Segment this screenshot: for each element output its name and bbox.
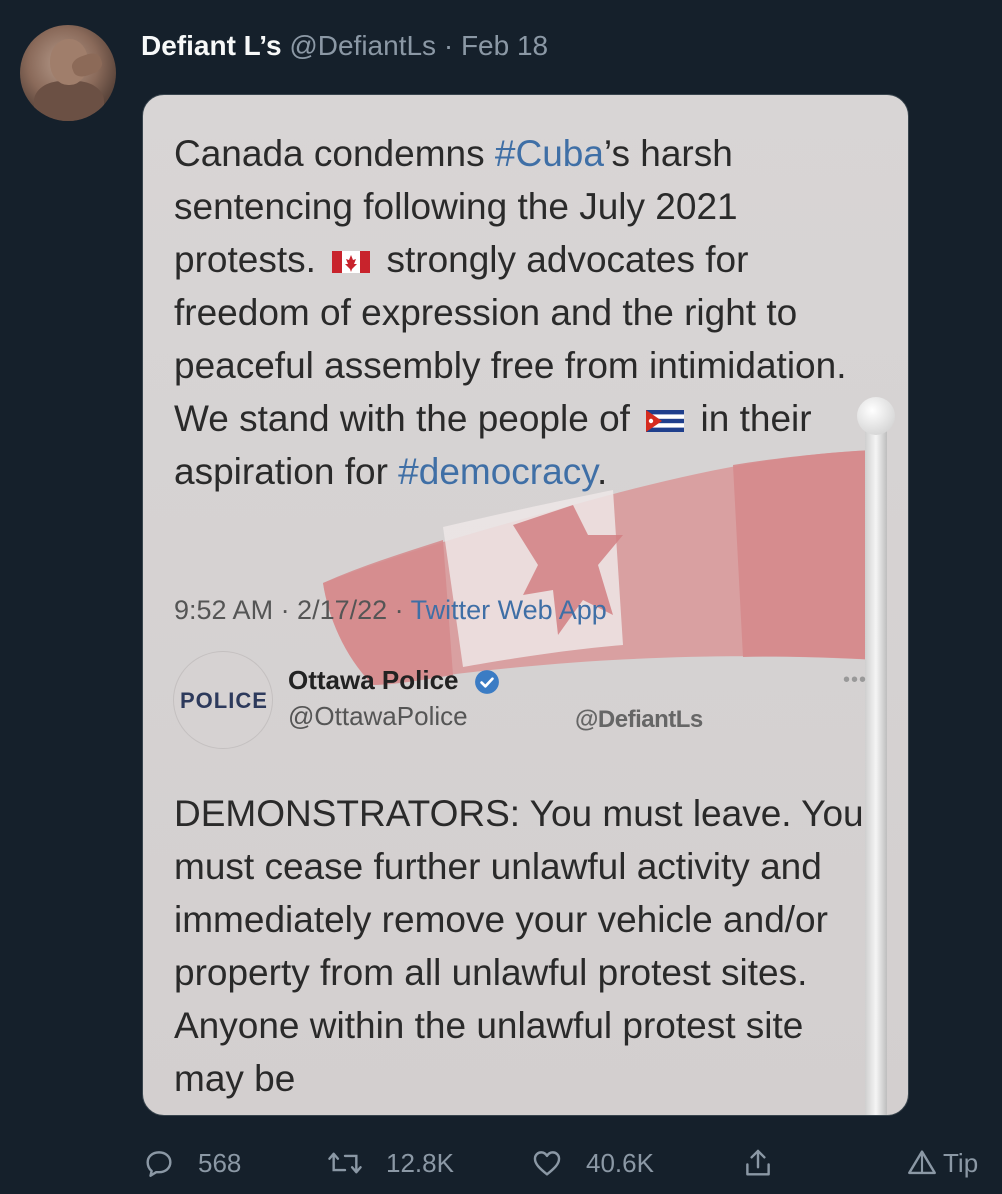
like-count: 40.6K xyxy=(586,1147,654,1178)
author-name[interactable]: Defiant L’s xyxy=(141,30,282,61)
share-button[interactable] xyxy=(741,1140,797,1186)
more-dots-icon: ••• xyxy=(843,669,868,691)
tweet-image[interactable]: Canada condemns #Cuba’s harsh sentencing… xyxy=(142,94,909,1116)
retweet-button[interactable]: 12.8K xyxy=(326,1140,454,1186)
screenshot-timestamp: 9:52 AM · 2/17/22 · Twitter Web App xyxy=(174,595,607,626)
tweet-date[interactable]: Feb 18 xyxy=(461,30,548,61)
tip-icon xyxy=(908,1150,936,1175)
author-handle[interactable]: @DefiantLs xyxy=(289,30,436,61)
quoted-account-name: Ottawa Police xyxy=(288,665,500,696)
tweet-text-end: . xyxy=(596,451,608,492)
share-icon xyxy=(746,1149,770,1176)
avatar-figure-body xyxy=(34,81,104,121)
timestamp-text: 9:52 AM · 2/17/22 · xyxy=(174,595,411,625)
police-logo-text: POLICE xyxy=(180,688,268,713)
flag-pole xyxy=(865,405,887,1115)
canada-flag-icon xyxy=(332,251,371,274)
heart-icon xyxy=(533,1151,561,1176)
retweet-icon xyxy=(328,1152,362,1174)
tip-button[interactable]: Tip xyxy=(905,1140,978,1186)
hashtag-cuba[interactable]: #Cuba xyxy=(495,133,604,174)
verified-badge-icon xyxy=(474,670,499,695)
source-app: Twitter Web App xyxy=(410,595,607,625)
tweet-actions: 568 12.8K 40.6K Tip xyxy=(0,1140,1002,1186)
tip-label: Tip xyxy=(943,1147,979,1178)
hashtag-democracy[interactable]: #democracy xyxy=(398,451,597,492)
watermark: @DefiantLs xyxy=(575,706,703,733)
quoted-account-handle: @OttawaPolice xyxy=(288,701,468,731)
like-button[interactable]: 40.6K xyxy=(530,1140,654,1186)
screenshot-tweet-text: Canada condemns #Cuba’s harsh sentencing… xyxy=(174,127,874,498)
reply-button[interactable]: 568 xyxy=(142,1140,241,1186)
reply-icon xyxy=(146,1151,172,1177)
tweet-header: Defiant L’s @DefiantLs · Feb 18 xyxy=(141,28,548,64)
ottawa-police-avatar: POLICE xyxy=(173,651,273,749)
quoted-tweet-text: DEMONSTRATORS: You must leave. You must … xyxy=(174,793,864,1099)
header-separator: · xyxy=(443,30,454,61)
quoted-account-name-text: Ottawa Police xyxy=(288,665,459,695)
cuba-flag-icon xyxy=(646,410,685,433)
author-avatar[interactable] xyxy=(20,25,116,121)
tweet-text-segment: Canada condemns xyxy=(174,133,495,174)
retweet-count: 12.8K xyxy=(386,1147,454,1178)
reply-count: 568 xyxy=(198,1147,242,1178)
